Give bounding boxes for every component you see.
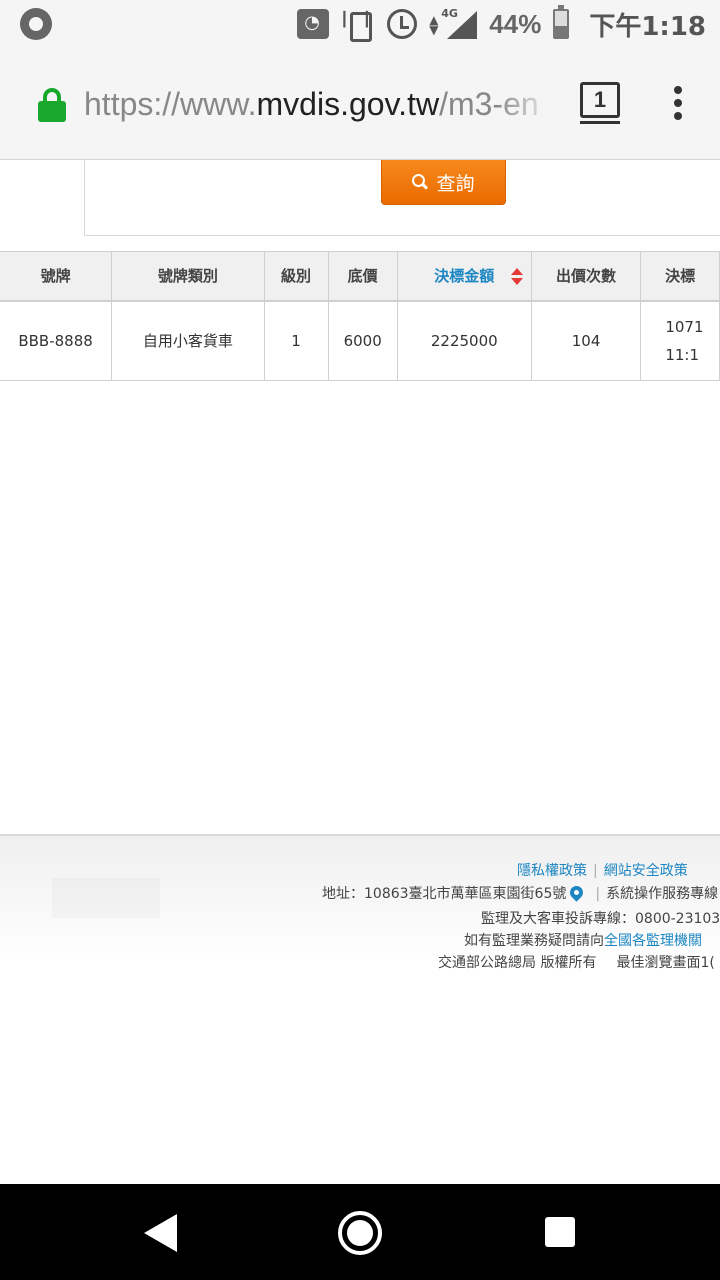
footer-copyright: 交通部公路總局 版權所有: [438, 955, 597, 971]
url-bar[interactable]: https://www.mvdis.gov.tw/m3-en: [84, 80, 556, 128]
battery-percent: 44%: [489, 8, 542, 39]
status-clock: 下午1:18: [589, 11, 706, 42]
results-table: 號牌 號牌類別 級別 底價 決標金額 出價次數 決標 BBB-8888 自用小客…: [0, 251, 720, 381]
footer-address-line: 地址：10863臺北市萬華區東園街65號 | 系統操作服務專線: [322, 883, 718, 903]
battery-icon: [553, 5, 570, 39]
cell-award: 1071 11:1: [640, 300, 720, 381]
search-button[interactable]: 查詢: [381, 160, 506, 205]
back-icon[interactable]: [144, 1214, 177, 1252]
tab-switcher-button[interactable]: 1: [580, 82, 620, 124]
data-arrows-icon: ▲ ▼: [429, 13, 439, 37]
column-header-award: 決標: [640, 251, 720, 302]
cell-category: 自用小客貨車: [111, 300, 265, 381]
signal-icon: ▲ ▼ 4G: [429, 7, 478, 39]
wifi-icon: [297, 9, 330, 39]
footer-logo: [52, 878, 160, 918]
footer-copyright-line: 交通部公路總局 版權所有 最佳瀏覽畫面1(: [438, 952, 715, 972]
url-prefix: https://www.: [84, 86, 257, 122]
lock-icon[interactable]: [38, 88, 66, 122]
all-offices-link[interactable]: 全國各監理機關: [604, 933, 702, 949]
site-footer: 隱私權政策 | 網站安全政策 地址：10863臺北市萬華區東園街65號 | 系統操作服務…: [0, 834, 720, 971]
search-button-label: 查詢: [436, 172, 475, 195]
firefox-icon: [20, 8, 52, 40]
status-bar: ▲▼ 4G 44% 下午1:18: [0, 0, 720, 48]
sort-icon[interactable]: [510, 268, 523, 286]
footer-policy-links: 隱私權政策 | 網站安全政策: [517, 860, 688, 880]
status-icons: ▲▼ 4G 44% 下午1:18: [297, 5, 706, 42]
cell-bid-count: 104: [531, 300, 642, 381]
signal-strength-icon: [447, 11, 478, 39]
column-header-category: 號牌類別: [111, 251, 265, 302]
browser-toolbar: https://www.mvdis.gov.tw/m3-en 1: [0, 48, 720, 160]
cell-plate: BBB-8888: [0, 300, 113, 381]
column-header-base-price: 底價: [328, 251, 398, 302]
home-icon[interactable]: [338, 1211, 382, 1255]
alarm-icon: [387, 9, 418, 39]
table-header-row: 號牌 號牌類別 級別 底價 決標金額 出價次數 決標: [0, 251, 720, 302]
divider: |: [595, 886, 601, 902]
divider: |: [593, 863, 598, 879]
url-domain: mvdis.gov.tw: [256, 86, 440, 122]
overflow-menu-icon[interactable]: [668, 86, 688, 122]
system-nav-bar: [0, 1184, 720, 1280]
url-path: /m3-en: [439, 86, 539, 122]
column-header-plate: 號牌: [0, 251, 113, 302]
footer-inquiry-line: 如有監理業務疑問請向全國各監理機關: [464, 930, 702, 950]
column-header-winning-bid[interactable]: 決標金額: [397, 251, 532, 302]
footer-complaint-line: 監理及大客車投訴專線：0800-23103: [481, 911, 720, 927]
footer-best-view: 最佳瀏覽畫面1(: [616, 955, 715, 971]
footer-inquiry-prefix: 如有監理業務疑問請向: [464, 933, 604, 949]
cell-award-line2: 11:1: [665, 345, 700, 364]
footer-service-line: 系統操作服務專線: [606, 886, 719, 902]
search-icon: [412, 174, 428, 190]
cell-base-price: 6000: [328, 300, 398, 381]
table-row: BBB-8888 自用小客貨車 1 6000 2225000 104 1071 1…: [0, 300, 720, 381]
column-header-bid-count: 出價次數: [531, 251, 642, 302]
column-header-winning-bid-label: 決標金額: [434, 267, 495, 286]
cell-level: 1: [264, 300, 329, 381]
security-policy-link[interactable]: 網站安全政策: [604, 863, 688, 879]
cell-award-line1: 1071: [665, 317, 704, 336]
vibrate-icon: [340, 10, 385, 42]
map-pin-icon[interactable]: [567, 883, 587, 902]
footer-address: 地址：10863臺北市萬華區東園街65號: [322, 886, 567, 902]
cell-winning-bid: 2225000: [397, 300, 532, 381]
privacy-policy-link[interactable]: 隱私權政策: [517, 863, 587, 879]
recent-apps-icon[interactable]: [545, 1217, 575, 1247]
column-header-level: 級別: [264, 251, 329, 302]
